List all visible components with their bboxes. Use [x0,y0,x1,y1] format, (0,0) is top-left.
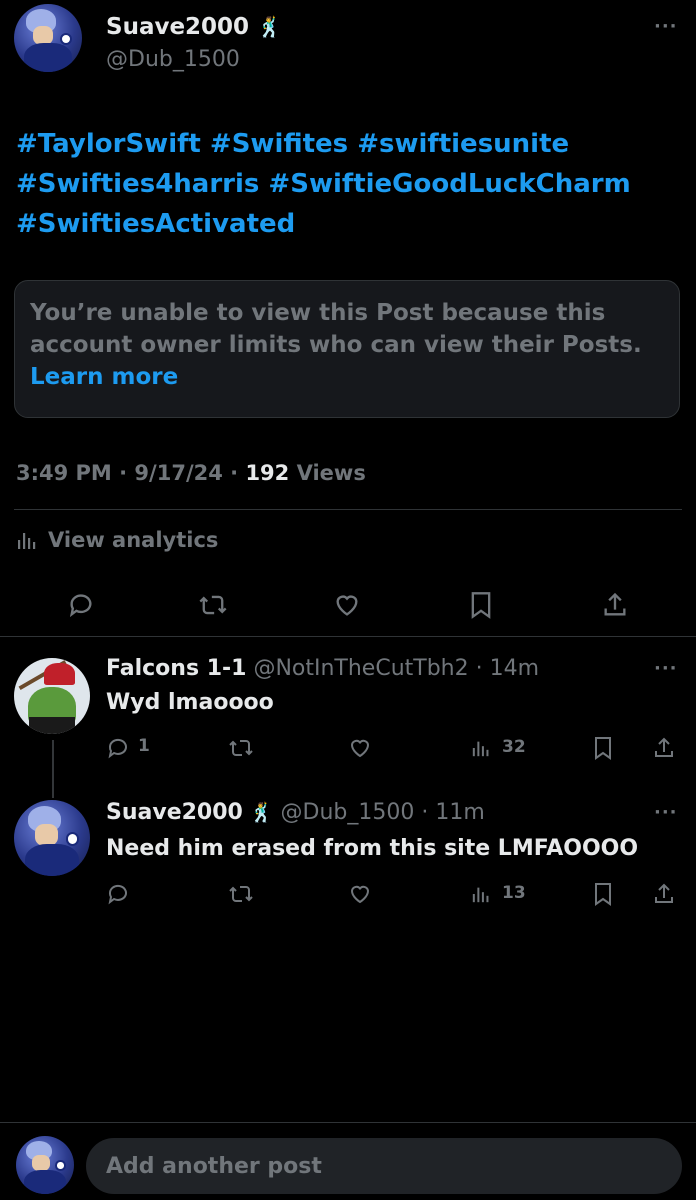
analytics-icon[interactable] [468,734,494,762]
more-icon[interactable]: ··· [654,658,678,679]
reply-author-name[interactable]: Falcons 1-1 [106,656,246,681]
view-analytics-button[interactable]: View analytics [16,528,218,552]
like-icon[interactable] [330,588,364,622]
more-icon[interactable]: ··· [654,16,678,37]
analytics-icon[interactable] [468,880,494,908]
views-count: 32 [502,737,526,757]
retweet-icon[interactable] [226,880,256,908]
like-icon[interactable] [346,734,374,762]
like-icon[interactable] [346,880,374,908]
reply-icon[interactable] [104,734,132,762]
add-post-placeholder: Add another post [106,1153,322,1179]
share-icon[interactable] [650,734,678,762]
hashtag-line-2[interactable]: #Swifties4harris #SwiftieGoodLuckCharm [16,164,680,204]
main-post-author-name[interactable]: Suave2000 🕺 [106,14,282,40]
reply-text: Wyd lmaoooo [106,690,274,715]
add-post-input[interactable]: Add another post [86,1138,682,1194]
main-post-text: #TaylorSwift #Swifites #swiftiesunite #S… [16,124,680,244]
author-emoji: 🕺 [249,802,274,824]
bookmark-icon[interactable] [590,734,616,762]
views-label: Views [289,461,366,485]
reply-author-name[interactable]: Suave2000 [106,800,243,825]
divider [0,1122,696,1123]
divider [14,509,682,510]
reply-header: Suave2000 🕺 @Dub_1500 · 11m [106,800,485,825]
reply-text: Need him erased from this site LMFAOOOO [106,836,639,861]
learn-more-link[interactable]: Learn more [30,361,660,393]
notice-text: You’re unable to view this Post because … [30,300,642,358]
analytics-icon [16,529,38,551]
retweet-icon[interactable] [226,734,256,762]
reply-icon[interactable] [104,880,132,908]
views-count: 13 [502,883,526,903]
divider [0,636,696,637]
reply-header: Falcons 1-1 @NotInTheCutTbh2 · 14m [106,656,539,681]
author-name-text: Suave2000 [106,14,250,40]
main-post-avatar[interactable] [14,4,82,72]
hashtag-line-1[interactable]: #TaylorSwift #Swifites #swiftiesunite [16,124,680,164]
main-post-author-handle[interactable]: @Dub_1500 [106,47,240,72]
hashtag-line-3[interactable]: #SwiftiesActivated [16,204,680,244]
reply-avatar[interactable] [14,800,90,876]
restricted-post-notice: You’re unable to view this Post because … [14,280,680,418]
reply-author-handle[interactable]: @Dub_1500 [281,800,415,825]
views-count: 192 [245,461,290,485]
reply-count: 1 [138,736,150,756]
reply-time[interactable]: · 11m [421,800,484,825]
bookmark-icon[interactable] [590,880,616,908]
reply-author-handle[interactable]: @NotInTheCutTbh2 [253,656,468,681]
bookmark-icon[interactable] [464,588,498,622]
more-icon[interactable]: ··· [654,802,678,823]
post-timestamp[interactable]: 3:49 PM · 9/17/24 · [16,461,245,485]
reply-icon[interactable] [64,588,98,622]
author-emoji: 🕺 [257,15,282,39]
view-analytics-label: View analytics [48,528,219,552]
share-icon[interactable] [598,588,632,622]
post-metadata: 3:49 PM · 9/17/24 · 192 Views [16,461,366,485]
thread-connector [52,740,54,798]
reply-avatar[interactable] [14,658,90,734]
share-icon[interactable] [650,880,678,908]
retweet-icon[interactable] [196,588,230,622]
composer-avatar [16,1136,74,1194]
reply-time[interactable]: · 14m [476,656,539,681]
